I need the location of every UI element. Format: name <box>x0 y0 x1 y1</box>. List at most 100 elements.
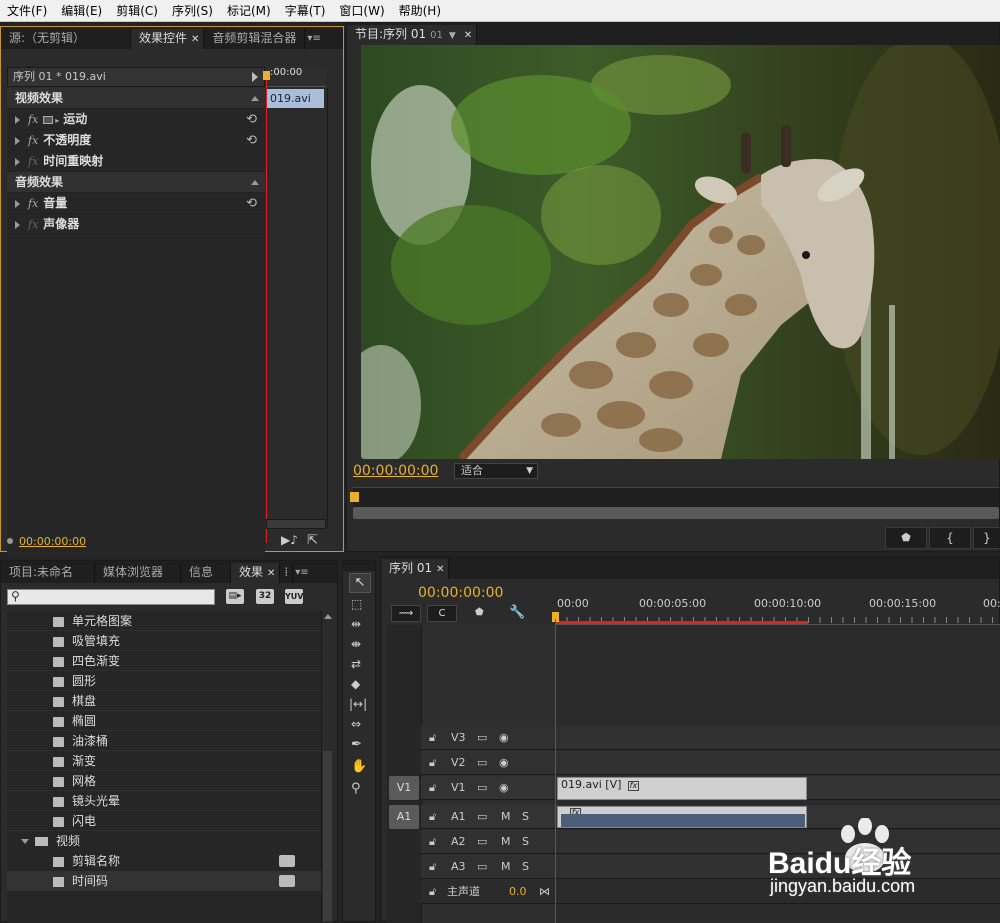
expand-icon[interactable] <box>15 199 20 208</box>
expand-icon[interactable] <box>15 115 20 124</box>
effect-controls-timecode[interactable]: 00:00:00:00 <box>19 535 86 548</box>
effect-list-item[interactable]: 闪电 <box>7 811 321 831</box>
mini-timeline-clip[interactable]: 019.avi <box>267 89 324 108</box>
menu-file[interactable]: 文件(F) <box>0 0 54 22</box>
tab-media-browser[interactable]: 媒体浏览器 <box>95 563 181 583</box>
scroll-up-icon[interactable] <box>324 614 332 619</box>
mark-in-button[interactable]: { <box>929 527 971 549</box>
effect-row-volume[interactable]: fx 音量 ⟲ <box>7 193 265 214</box>
mini-playhead[interactable] <box>266 73 267 543</box>
play-only-icon[interactable] <box>252 72 258 82</box>
collapse-icon[interactable] <box>251 180 259 185</box>
go-to-end-icon[interactable]: ⋈ <box>539 880 550 904</box>
effect-row-opacity[interactable]: fx 不透明度 ⟲ <box>7 130 265 151</box>
expand-icon[interactable] <box>15 136 20 145</box>
eye-icon[interactable]: ◉ <box>499 751 509 775</box>
timeline-ruler[interactable]: 00:00 00:00:05:00 00:00:10:00 00:00:15:0… <box>555 591 1000 625</box>
program-ruler[interactable] <box>353 487 999 507</box>
tab-source[interactable]: 源:（无剪辑） <box>1 29 131 49</box>
razor-tool-icon[interactable]: ◆ <box>351 677 360 691</box>
effect-list-item[interactable]: 网格 <box>7 771 321 791</box>
effects-folder-video[interactable]: 视频 <box>7 831 321 851</box>
slide-tool-icon[interactable]: ⇔ <box>351 717 361 731</box>
fx-icon[interactable]: fx <box>28 113 38 126</box>
play-audio-icon[interactable]: ▶♪ <box>281 533 298 547</box>
menu-edit[interactable]: 编辑(E) <box>54 0 109 22</box>
program-playhead-head[interactable] <box>350 492 359 502</box>
solo-button[interactable]: S <box>522 830 529 854</box>
effects-search-input[interactable]: ⚲ <box>7 589 215 605</box>
close-icon[interactable]: ✕ <box>464 30 472 41</box>
zoom-tool-icon[interactable]: ⚲ <box>351 781 361 796</box>
selection-tool-icon[interactable]: ↖ <box>349 573 371 593</box>
close-icon[interactable]: ✕ <box>267 568 275 579</box>
mute-button[interactable]: M <box>501 830 511 854</box>
add-marker-icon[interactable]: ⬟ <box>475 607 484 618</box>
effect-list-item[interactable]: 圆形 <box>7 671 321 691</box>
menu-clip[interactable]: 剪辑(C) <box>109 0 165 22</box>
effect-list-item[interactable]: 吸管填充 <box>7 631 321 651</box>
close-icon[interactable]: ✕ <box>191 34 199 45</box>
tab-more[interactable]: ⁞ <box>280 563 294 583</box>
reset-icon[interactable]: ⟲ <box>246 193 257 214</box>
tab-sequence[interactable]: 序列 01 ✕ <box>381 559 450 579</box>
menu-window[interactable]: 窗口(W) <box>332 0 391 22</box>
slip-tool-icon[interactable]: |↔| <box>349 697 367 711</box>
effect-list-item[interactable]: 镜头光晕 <box>7 791 321 811</box>
menu-help[interactable]: 帮助(H) <box>392 0 448 22</box>
toggle-sync-lock-icon[interactable]: ▭ <box>477 830 487 854</box>
scroll-thumb[interactable] <box>323 751 332 921</box>
solo-button[interactable]: S <box>522 805 529 829</box>
rate-stretch-tool-icon[interactable]: ⇄ <box>351 657 361 671</box>
mark-out-button[interactable]: } <box>973 527 1000 549</box>
work-area-bar[interactable] <box>555 621 808 624</box>
panel-menu-icon[interactable]: ▾≡ <box>293 563 308 583</box>
panel-menu-icon[interactable]: ▾≡ <box>305 29 320 49</box>
effect-list-item[interactable]: 单元格图案 <box>7 611 321 631</box>
effect-row-panner[interactable]: fx 声像器 <box>7 214 265 235</box>
pen-tool-icon[interactable]: ✒ <box>351 737 362 752</box>
expand-icon[interactable] <box>15 157 20 166</box>
master-value[interactable]: 0.0 <box>509 880 527 904</box>
fit-select[interactable]: 适合 ▼ <box>454 463 538 479</box>
effect-list-item[interactable]: 油漆桶 <box>7 731 321 751</box>
export-icon[interactable]: ⇱ <box>307 533 318 548</box>
effect-row-motion[interactable]: fx ▸ 运动 ⟲ <box>7 109 265 130</box>
toggle-sync-lock-icon[interactable]: ▭ <box>477 776 487 800</box>
dropdown-icon[interactable]: ▼ <box>449 31 456 41</box>
a1-source-button[interactable]: A1 <box>389 805 419 829</box>
video-frame[interactable] <box>361 45 1000 459</box>
lock-icon[interactable]: 🔓︎ <box>429 830 436 854</box>
close-icon[interactable]: ✕ <box>436 564 444 575</box>
rolling-edit-tool-icon[interactable]: ⇼ <box>351 637 361 651</box>
effect-row-time-remap[interactable]: fx 时间重映射 <box>7 151 265 172</box>
menu-title[interactable]: 字幕(T) <box>278 0 333 22</box>
effect-list-item[interactable]: 四色渐变 <box>7 651 321 671</box>
video-effects-header[interactable]: 视频效果 <box>7 88 265 109</box>
snap-button[interactable]: ⟿ <box>391 605 421 622</box>
menu-marker[interactable]: 标记(M) <box>220 0 278 22</box>
v1-source-button[interactable]: V1 <box>389 776 419 800</box>
vertical-scrollbar[interactable] <box>327 88 339 528</box>
audio-effects-header[interactable]: 音频效果 <box>7 172 265 193</box>
expand-icon[interactable] <box>15 220 20 229</box>
wrench-icon[interactable]: 🔧 <box>509 605 525 620</box>
effects-scrollbar[interactable] <box>321 611 333 923</box>
tab-effect-controls[interactable]: 效果控件 ✕ <box>131 29 205 49</box>
tab-effects[interactable]: 效果 ✕ <box>231 563 281 583</box>
toggle-sync-lock-icon[interactable]: ▭ <box>477 726 487 750</box>
toggle-sync-lock-icon[interactable]: ▭ <box>477 751 487 775</box>
lock-icon[interactable]: 🔓︎ <box>429 880 436 904</box>
lock-icon[interactable]: 🔓︎ <box>429 751 436 775</box>
32bit-effects-icon[interactable]: 32 <box>256 589 274 604</box>
program-zoom-bar[interactable] <box>353 507 999 519</box>
mute-button[interactable]: M <box>501 805 511 829</box>
effect-list-item[interactable]: 剪辑名称 <box>7 851 321 871</box>
eye-icon[interactable]: ◉ <box>499 776 509 800</box>
eye-icon[interactable]: ◉ <box>499 726 509 750</box>
timeline-playhead-line[interactable] <box>555 619 556 923</box>
lock-icon[interactable]: 🔓︎ <box>429 805 436 829</box>
mini-playhead-head[interactable] <box>263 71 270 80</box>
program-timecode[interactable]: 00:00:00:00 <box>353 463 438 479</box>
horizontal-scrollbar[interactable] <box>266 519 326 529</box>
